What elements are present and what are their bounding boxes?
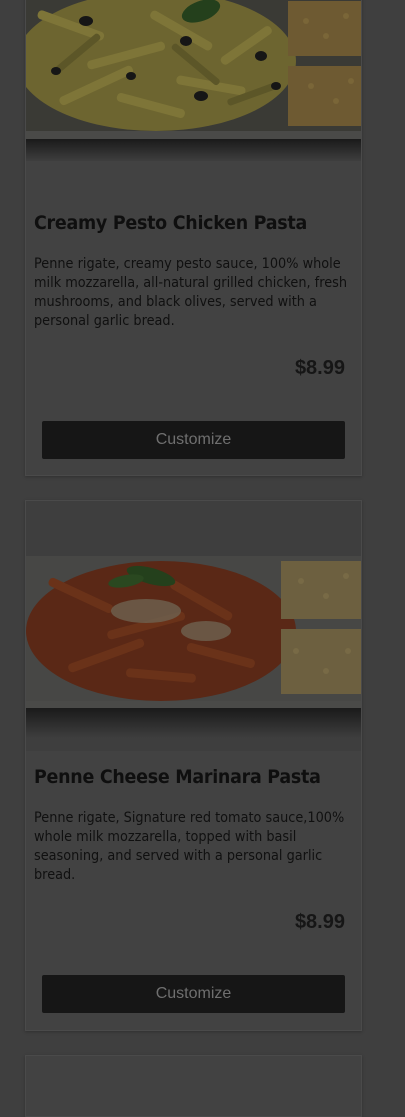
- menu-item-description: Penne rigate, Signature red tomato sauce…: [34, 810, 345, 883]
- menu-item-card[interactable]: Penne Cheese Marinara Pasta Penne rigate…: [25, 500, 362, 1031]
- menu-item-title: Penne Cheese Marinara Pasta: [34, 766, 321, 788]
- menu-item-title: Creamy Pesto Chicken Pasta: [34, 212, 308, 234]
- menu-item-image: [26, 501, 361, 751]
- menu-item-description: Penne rigate, creamy pesto sauce, 100% w…: [34, 256, 348, 329]
- customize-button[interactable]: Customize: [42, 421, 345, 459]
- menu-item-price: $8.99: [294, 357, 345, 379]
- menu-item-card[interactable]: Creamy Pesto Chicken Pasta Penne rigate,…: [25, 0, 362, 476]
- menu-item-price: $8.99: [294, 911, 345, 933]
- menu-item-image: [26, 0, 361, 161]
- customize-button[interactable]: Customize: [42, 975, 345, 1013]
- menu-item-card[interactable]: [25, 1055, 362, 1117]
